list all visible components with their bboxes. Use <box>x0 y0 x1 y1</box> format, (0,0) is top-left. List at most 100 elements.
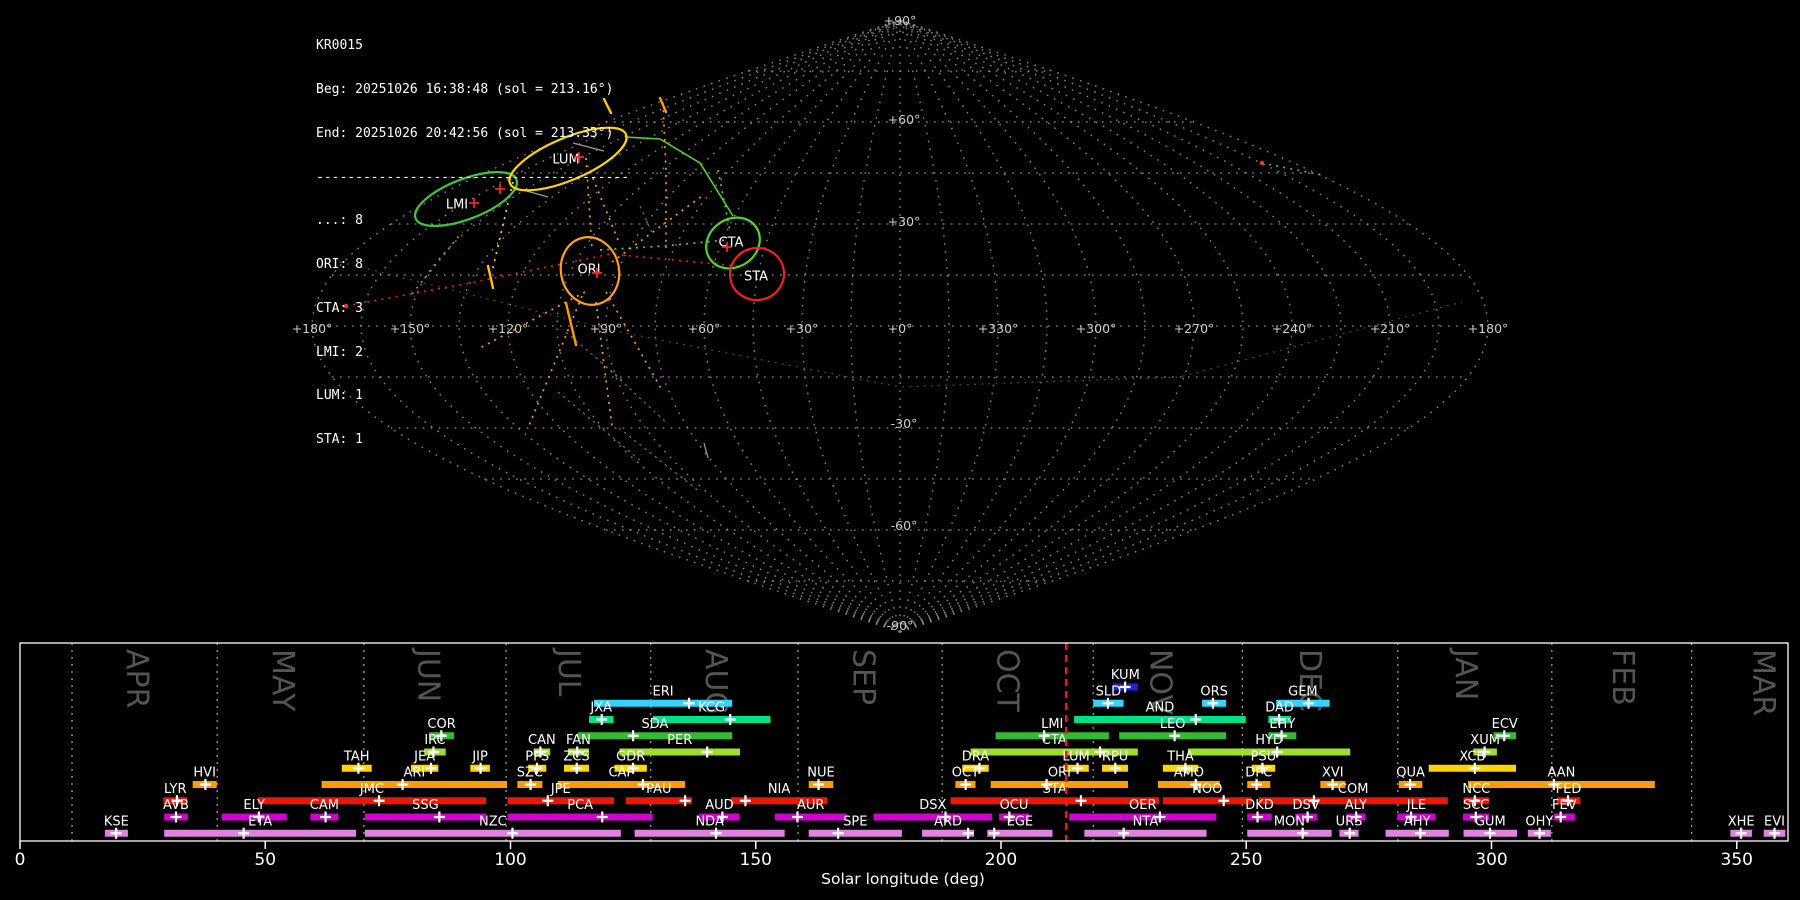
shower-label-NCC: NCC <box>1462 782 1490 797</box>
observation-info-panel: KR0015 Beg: 20251026 16:38:48 (sol = 213… <box>316 10 629 477</box>
shower-peak-marker-MON <box>1297 827 1309 839</box>
shower-peak-marker-XCB <box>1469 762 1481 774</box>
shower-label-CTA: CTA <box>1042 733 1067 748</box>
shower-bars: KUM ERI SLD ORS GEM JXA KCG AND DAD COR SDA LMI LEO E… <box>104 668 1786 839</box>
count-lum: LUM: 1 <box>316 388 363 404</box>
shower-bar-SPE <box>808 829 902 837</box>
shower-label-SLD: SLD <box>1096 684 1122 699</box>
shower-peak-marker-KUM <box>1119 681 1131 693</box>
longitude-label: +300° <box>1076 321 1117 336</box>
shower-peak-marker-SPE <box>832 827 844 839</box>
latitude-label: +60° <box>888 112 921 127</box>
shower-peak-marker-HVI <box>199 779 211 790</box>
shower-peak-marker-DKD <box>1252 811 1264 823</box>
shower-bar-DSX <box>873 813 993 821</box>
x-axis: 0 50 100 150 200 250 300 350 Solar longitude (de… <box>15 841 1753 888</box>
month-label-JUL: JUL <box>551 647 586 697</box>
latitude-label: +90° <box>884 13 917 28</box>
radiant-label-STA: STA <box>744 270 768 285</box>
longitude-label: +0° <box>888 321 913 336</box>
shower-peak-marker-JPE <box>542 795 554 807</box>
shower-peak-marker-XVI <box>1327 779 1339 790</box>
shower-label-NDA: NDA <box>695 814 724 829</box>
x-axis-title: Solar longitude (deg) <box>821 870 985 888</box>
count-sporadic: ...: 8 <box>316 213 363 229</box>
shower-label-IRC: IRC <box>424 733 445 748</box>
shower-label-ALY: ALY <box>1345 798 1367 813</box>
shower-label-XVI: XVI <box>1322 766 1344 781</box>
shower-label-PAU: PAU <box>646 782 671 797</box>
month-label-JAN: JAN <box>1448 647 1483 700</box>
shower-peak-marker-NUE <box>813 779 825 790</box>
shower-label-AND: AND <box>1146 701 1175 716</box>
shower-peak-marker-NIA <box>739 795 751 807</box>
month-label-APR: APR <box>119 649 154 708</box>
shower-peak-marker-TAH <box>352 762 364 774</box>
shower-peak-marker-ORS <box>1207 697 1219 709</box>
shower-label-SZC: SZC <box>517 766 543 781</box>
x-tick-label: 300 <box>1475 850 1507 870</box>
shower-label-XHE: XHE <box>1728 814 1755 829</box>
shower-label-LMI: LMI <box>1041 717 1063 732</box>
x-tick-label: 200 <box>985 850 1017 870</box>
shower-label-ARD: ARD <box>934 814 962 829</box>
shower-bar-AUR <box>774 813 847 821</box>
shower-bar-ARI <box>321 781 508 788</box>
shower-label-KSE: KSE <box>104 814 129 829</box>
shower-peak-marker-JMC <box>373 795 385 807</box>
shower-peak-marker-FEV <box>1555 811 1567 823</box>
x-tick-label: 250 <box>1230 850 1262 870</box>
shower-peak-marker-AND <box>1190 714 1202 725</box>
begin-time: Beg: 20251026 16:38:48 (sol = 213.16°) <box>316 81 614 97</box>
shower-label-EVI: EVI <box>1764 814 1785 829</box>
shower-peak-marker-ERI <box>683 697 695 709</box>
shower-label-AMO: AMO <box>1174 766 1204 781</box>
shower-bar-MON <box>1247 829 1332 837</box>
shower-label-EHY: EHY <box>1269 717 1295 732</box>
shower-peak-marker-CAM <box>320 811 332 823</box>
longitude-label: +210° <box>1370 321 1411 336</box>
longitude-label: +60° <box>688 321 721 336</box>
shower-bar-NDA <box>634 829 785 837</box>
shower-peak-marker-PAU <box>679 795 691 807</box>
shower-label-HYD: HYD <box>1255 733 1283 748</box>
shower-label-JPE: JPE <box>550 782 571 797</box>
shower-bar-KCG <box>652 716 771 723</box>
shower-peak-marker-NDA <box>710 827 722 839</box>
shower-label-AUR: AUR <box>797 798 824 813</box>
shower-peak-marker-SSG <box>433 811 445 823</box>
shower-label-NTA: NTA <box>1133 814 1159 829</box>
shower-peak-marker-LUM <box>1072 762 1084 774</box>
shower-bar-NOO <box>1162 797 1252 805</box>
longitude-label: +180° <box>1468 321 1509 336</box>
trail-endpoint-dot <box>1259 160 1265 166</box>
shower-label-NIA: NIA <box>768 782 791 797</box>
shower-bar-JMC <box>257 797 486 805</box>
end-time: End: 20251026 20:42:56 (sol = 213.33°) <box>316 125 614 141</box>
shower-peak-marker-ARI <box>397 779 409 790</box>
shower-label-COR: COR <box>427 717 455 732</box>
shower-label-CAM: CAM <box>310 798 339 813</box>
shower-label-EGE: EGE <box>1007 814 1034 829</box>
shower-peak-marker-AUR <box>791 811 803 823</box>
shower-label-NOO: NOO <box>1192 782 1222 797</box>
meteor-trail <box>1261 162 1323 176</box>
shower-peak-marker-AHY <box>1414 827 1426 839</box>
shower-peak-marker-NOO <box>1218 795 1230 807</box>
shower-label-ZCS: ZCS <box>563 749 589 764</box>
shower-peak-marker-STA <box>1075 795 1087 807</box>
shower-label-FEV: FEV <box>1552 798 1577 813</box>
shower-peak-marker-OCT <box>960 779 972 790</box>
shower-label-SCC: SCC <box>1463 798 1489 813</box>
shower-label-JXA: JXA <box>589 701 612 716</box>
meteor-trail <box>662 102 667 248</box>
shower-label-XUM: XUM <box>1470 733 1500 748</box>
shower-label-ELY: ELY <box>243 798 265 813</box>
shower-label-ORS: ORS <box>1200 684 1228 699</box>
shower-label-AVB: AVB <box>163 798 189 813</box>
shower-label-KUM: KUM <box>1111 668 1140 683</box>
radiant-label-CTA: CTA <box>719 236 744 251</box>
count-sta: STA: 1 <box>316 432 363 448</box>
shower-peak-marker-GUM <box>1484 827 1496 839</box>
x-tick-label: 150 <box>740 850 772 870</box>
